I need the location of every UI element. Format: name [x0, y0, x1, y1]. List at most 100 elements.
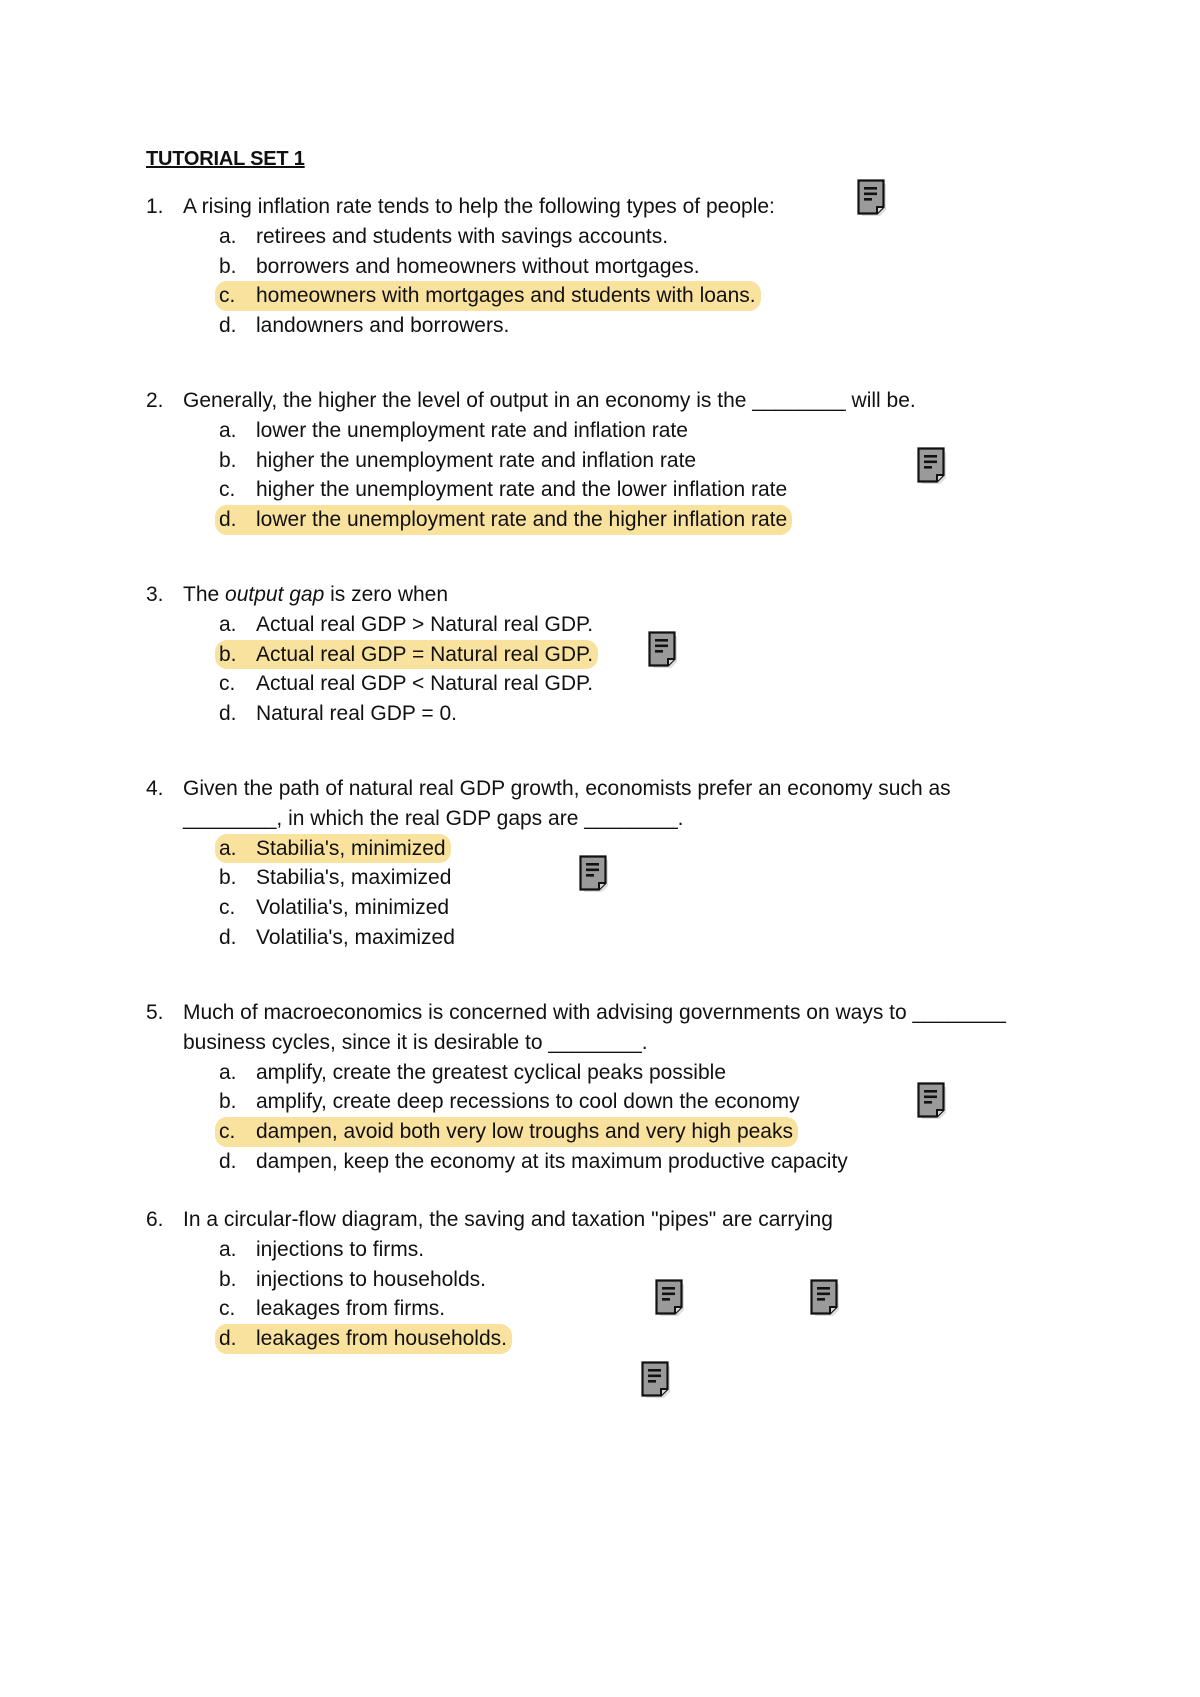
option-text: Stabilia's, minimized [256, 836, 446, 860]
option-text: Stabilia's, maximized [256, 866, 452, 890]
option-text: leakages from firms. [256, 1297, 446, 1321]
option-text: borrowers and homeowners without mortgag… [256, 254, 700, 278]
option-letter: d. [219, 1149, 237, 1173]
answer-option-a-highlighted: a. Stabilia's, minimized [215, 833, 451, 864]
answer-option-c: c. Actual real GDP < Natural real GDP. [219, 669, 597, 699]
option-text: higher the unemployment rate and the low… [256, 478, 788, 502]
option-text: Actual real GDP = Natural real GDP. [256, 642, 594, 666]
answer-option-d: d. Natural real GDP = 0. [219, 699, 461, 729]
option-letter: b. [219, 448, 237, 472]
document-title: TUTORIAL SET 1 [146, 148, 305, 170]
question-6: 6. In a circular-flow diagram, the savin… [0, 1205, 1200, 1354]
option-letter: a. [219, 1237, 237, 1261]
option-letter: b. [219, 1267, 237, 1291]
option-letter: a. [219, 1060, 237, 1084]
answer-option-a: a. retirees and students with savings acc… [219, 222, 672, 252]
question-text-part: is zero when [324, 583, 449, 606]
option-letter: c. [219, 284, 236, 308]
answer-option-c-highlighted: c. homeowners with mortgages and students… [215, 281, 761, 312]
question-number: 6. [146, 1208, 164, 1231]
comment-note-icon[interactable] [655, 1279, 685, 1317]
option-letter: c. [219, 478, 236, 502]
comment-note-icon[interactable] [810, 1279, 840, 1317]
option-text: injections to households. [256, 1267, 486, 1291]
question-5: 5. Much of macroeconomics is concerned w… [0, 998, 1200, 1177]
question-number: 4. [146, 777, 164, 800]
question-number: 5. [146, 1001, 164, 1024]
question-number: 1. [146, 195, 164, 218]
answer-option-c: c. higher the unemployment rate and the l… [219, 475, 791, 505]
question-2: 2. Generally, the higher the level of ou… [0, 386, 1200, 535]
option-letter: a. [219, 224, 237, 248]
option-text: lower the unemployment rate and inflatio… [256, 418, 688, 442]
answer-option-d: d. dampen, keep the economy at its maximu… [219, 1147, 852, 1177]
answer-option-a: a. lower the unemployment rate and inflat… [219, 416, 692, 446]
comment-note-icon[interactable] [648, 631, 678, 669]
option-letter: d. [219, 314, 237, 338]
option-letter: a. [219, 836, 237, 860]
answer-option-d: d. landowners and borrowers. [219, 311, 513, 341]
option-letter: b. [219, 866, 237, 890]
option-text: dampen, avoid both very low troughs and … [256, 1120, 793, 1144]
option-text: Volatilia's, maximized [256, 925, 455, 949]
option-letter: b. [219, 642, 237, 666]
answer-option-b: b. Stabilia's, maximized [219, 863, 455, 893]
comment-note-icon[interactable] [857, 179, 887, 217]
question-text: A rising inflation rate tends to help th… [183, 195, 775, 218]
answer-option-c: c. Volatilia's, minimized [219, 893, 453, 923]
option-text: dampen, keep the economy at its maximum … [256, 1149, 848, 1173]
answer-option-c: c. leakages from firms. [219, 1294, 449, 1324]
option-letter: b. [219, 1090, 237, 1114]
option-text: Actual real GDP < Natural real GDP. [256, 672, 594, 696]
question-number: 3. [146, 583, 164, 606]
answer-option-b-highlighted: b. Actual real GDP = Natural real GDP. [215, 639, 599, 670]
option-letter: a. [219, 418, 237, 442]
question-text: Generally, the higher the level of outpu… [183, 389, 916, 412]
option-letter: b. [219, 254, 237, 278]
question-1: 1. A rising inflation rate tends to help… [0, 192, 1200, 341]
question-3: 3. The output gap is zero when a. Actual … [0, 580, 1200, 729]
answer-option-d: d. Volatilia's, maximized [219, 923, 459, 953]
answer-option-a: a. amplify, create the greatest cyclical … [219, 1058, 730, 1088]
option-text: Natural real GDP = 0. [256, 702, 457, 726]
answer-option-b: b. amplify, create deep recessions to coo… [219, 1087, 804, 1117]
question-text: In a circular-flow diagram, the saving a… [183, 1208, 833, 1231]
option-text: Volatilia's, minimized [256, 896, 450, 920]
question-text-part: The [183, 583, 226, 606]
answer-option-d-highlighted: d. lower the unemployment rate and the hi… [215, 505, 793, 535]
question-text-continued: ________, in which the real GDP gaps are… [183, 806, 684, 830]
question-text: Much of macroeconomics is concerned with… [183, 1001, 1006, 1024]
question-number: 2. [146, 389, 164, 412]
answer-option-d-highlighted: d. leakages from households. [215, 1324, 512, 1354]
option-letter: c. [219, 1297, 236, 1321]
option-letter: c. [219, 672, 236, 696]
question-text: The output gap is zero when [183, 580, 448, 610]
option-text: injections to firms. [256, 1237, 425, 1261]
option-text: Actual real GDP > Natural real GDP. [256, 612, 594, 636]
question-text-continued: business cycles, since it is desirable t… [183, 1030, 648, 1054]
comment-note-icon[interactable] [917, 1082, 947, 1120]
option-text: leakages from households. [256, 1327, 507, 1351]
option-letter: c. [219, 896, 236, 920]
option-letter: d. [219, 925, 237, 949]
option-text: amplify, create deep recessions to cool … [256, 1090, 800, 1114]
answer-option-a: a. injections to firms. [219, 1235, 428, 1265]
option-text: landowners and borrowers. [256, 314, 510, 338]
comment-note-icon[interactable] [579, 855, 609, 893]
answer-option-b: b. higher the unemployment rate and infla… [219, 446, 700, 476]
option-text: lower the unemployment rate and the high… [256, 508, 788, 532]
comment-note-icon[interactable] [641, 1361, 671, 1399]
option-letter: d. [219, 702, 237, 726]
option-letter: c. [219, 1120, 236, 1144]
answer-option-b: b. injections to households. [219, 1265, 490, 1295]
option-text: higher the unemployment rate and inflati… [256, 448, 697, 472]
option-text: amplify, create the greatest cyclical pe… [256, 1060, 726, 1084]
answer-option-b: b. borrowers and homeowners without mortg… [219, 252, 704, 282]
option-letter: d. [219, 1327, 237, 1351]
option-letter: a. [219, 612, 237, 636]
comment-note-icon[interactable] [917, 447, 947, 485]
option-letter: d. [219, 508, 237, 532]
option-text: homeowners with mortgages and students w… [256, 284, 756, 308]
italic-term: output gap [225, 583, 325, 606]
answer-option-c-highlighted: c. dampen, avoid both very low troughs an… [215, 1117, 798, 1147]
